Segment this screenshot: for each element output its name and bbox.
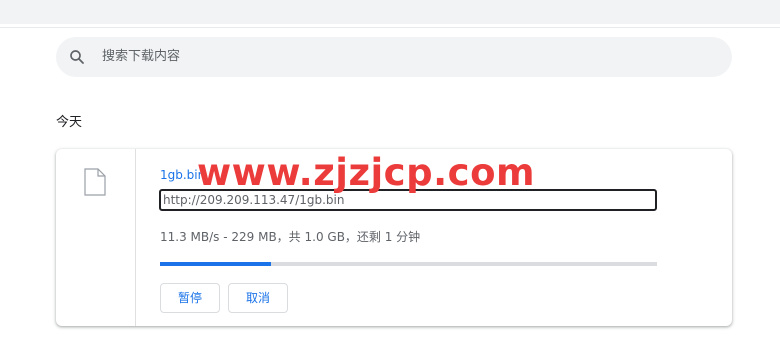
top-toolbar	[0, 0, 780, 24]
download-progress-fill	[160, 262, 272, 266]
download-status: 11.3 MB/s - 229 MB，共 1.0 GB，还剩 1 分钟	[160, 230, 421, 244]
watermark-text: www.zjzjcp.com	[197, 151, 536, 194]
pause-button[interactable]: 暂停	[160, 283, 220, 313]
search-input[interactable]: 搜索下载内容	[102, 49, 180, 65]
date-section-title: 今天	[56, 115, 83, 130]
file-icon	[84, 168, 106, 196]
search-bar[interactable]: 搜索下载内容	[56, 37, 732, 77]
search-icon	[70, 50, 84, 64]
card-divider	[135, 149, 136, 326]
toolbar-divider	[0, 27, 780, 28]
download-progress-bar	[160, 262, 657, 266]
cancel-button[interactable]: 取消	[228, 283, 288, 313]
